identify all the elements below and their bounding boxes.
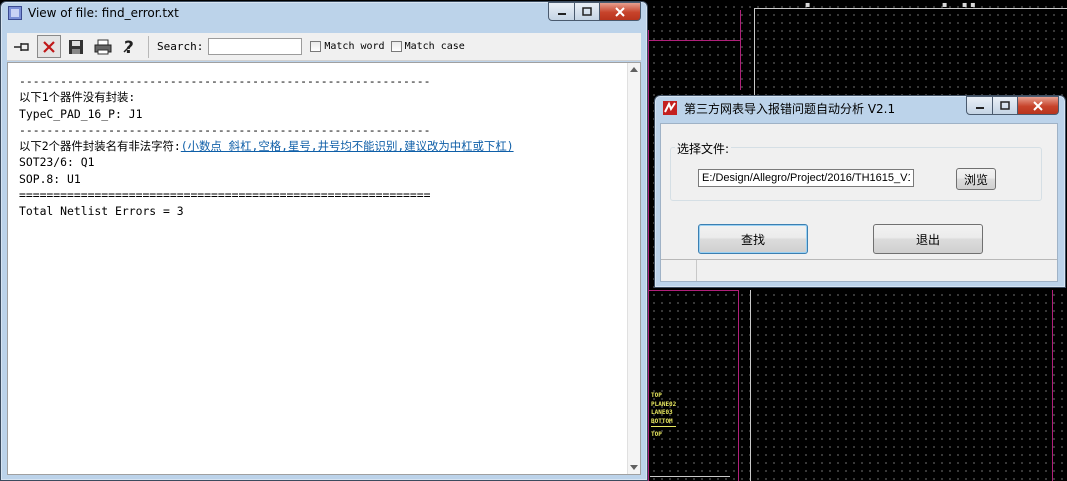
file-path-input[interactable] — [698, 169, 914, 187]
viewer-title: View of file: find_error.txt — [28, 6, 179, 20]
separator-line: ----------------------------------------… — [19, 74, 431, 88]
pin-icon — [14, 42, 29, 51]
viewer-titlebar[interactable]: View of file: find_error.txt — [1, 2, 647, 24]
search-input[interactable] — [208, 38, 303, 55]
close-icon — [1033, 100, 1043, 111]
dialog-titlebar[interactable]: 第三方网表导入报错问题自动分析 V2.1 — [655, 96, 1065, 120]
viewer-toolbar: ? Search: Match word Match case — [7, 33, 641, 61]
save-button[interactable] — [64, 35, 88, 58]
cad-marker: ▪ — [942, 0, 948, 9]
close-search-button[interactable] — [37, 35, 61, 58]
printer-icon — [94, 39, 112, 54]
document-icon — [8, 6, 22, 20]
app-icon — [663, 101, 677, 115]
file-text: ----------------------------------------… — [19, 73, 514, 220]
status-divider — [696, 260, 697, 281]
dialog-close-button[interactable] — [1018, 96, 1059, 115]
no-footprint-heading: 以下1个器件没有封装: — [19, 90, 136, 105]
search-label: Search: — [157, 40, 204, 53]
toolbar-separator — [148, 35, 149, 58]
maximize-icon — [582, 7, 592, 16]
x-icon — [43, 40, 55, 53]
scroll-up-icon[interactable] — [630, 67, 638, 72]
separator-line: ========================================… — [19, 188, 431, 203]
minimize-icon — [557, 12, 566, 15]
exit-button[interactable]: 退出 — [873, 224, 983, 254]
match-word-checkbox[interactable]: Match word — [310, 41, 385, 52]
cad-trace — [740, 10, 741, 90]
layer-legend: TOP PLANE02 LANE03 BOTTOM TOP — [651, 392, 677, 440]
total-errors-line: Total Netlist Errors = 3 — [19, 204, 184, 219]
cad-outline — [650, 476, 730, 477]
cad-marker: ▪ ▪ — [962, 0, 976, 9]
cad-outline — [754, 8, 1067, 9]
viewer-caption-buttons — [548, 2, 641, 21]
close-icon — [615, 6, 625, 17]
pin-button[interactable] — [10, 35, 34, 58]
question-mark-icon: ? — [123, 38, 134, 56]
floppy-disk-icon — [69, 39, 83, 54]
exit-label: 退出 — [915, 232, 940, 247]
minimize-icon — [975, 106, 984, 109]
netlist-analyzer-dialog: 第三方网表导入报错问题自动分析 V2.1 选择文件: 浏览 查找 退出 — [654, 95, 1066, 288]
cad-trace — [648, 40, 740, 41]
match-case-box[interactable] — [390, 41, 402, 52]
layer-label: TOP — [651, 431, 662, 438]
separator-line: ----------------------------------------… — [19, 122, 431, 137]
text-line: SOP.8: U1 — [19, 171, 81, 186]
cad-trace — [738, 290, 739, 481]
find-button[interactable]: 查找 — [698, 224, 808, 254]
cad-marker: ▪ — [805, 0, 811, 9]
match-word-box[interactable] — [310, 41, 322, 52]
close-button[interactable] — [600, 2, 641, 21]
dialog-minimize-button[interactable] — [966, 96, 993, 115]
cad-trace — [648, 290, 738, 291]
status-bar — [661, 259, 1057, 281]
text-line: TypeC_PAD_16_P: J1 — [19, 106, 143, 121]
dialog-maximize-button[interactable] — [993, 96, 1018, 115]
match-case-checkbox[interactable]: Match case — [390, 41, 465, 52]
dialog-body: 选择文件: 浏览 查找 退出 — [660, 123, 1058, 282]
vertical-scrollbar[interactable] — [627, 63, 640, 474]
cad-trace — [648, 30, 649, 481]
illegal-char-heading: 以下2个器件封装名有非法字符: — [19, 139, 181, 154]
find-label: 查找 — [740, 232, 765, 247]
scroll-down-icon[interactable] — [630, 465, 638, 470]
file-select-label: 选择文件: — [675, 140, 732, 157]
maximize-icon — [1000, 101, 1010, 110]
layer-label: BOTTOM — [651, 418, 677, 427]
text-line: SOT23/6: Q1 — [19, 155, 95, 170]
layer-label: TOP — [651, 392, 662, 399]
match-word-label[interactable]: Match word — [324, 41, 384, 52]
file-content-pane[interactable]: ----------------------------------------… — [7, 62, 641, 475]
layer-label: LANE03 — [651, 409, 673, 416]
help-button[interactable]: ? — [118, 35, 142, 58]
dialog-title: 第三方网表导入报错问题自动分析 V2.1 — [684, 101, 896, 116]
cad-outline — [750, 290, 751, 481]
cad-trace — [1052, 290, 1053, 481]
dialog-caption-buttons — [966, 96, 1059, 115]
file-viewer-window: View of file: find_error.txt ? Search: M… — [0, 1, 648, 481]
illegal-char-hint-link[interactable]: (小数点 斜杠,空格,星号,井号均不能识别,建议改为中杠或下杠) — [181, 139, 514, 153]
browse-label: 浏览 — [963, 172, 988, 187]
match-case-label[interactable]: Match case — [405, 41, 465, 52]
browse-button[interactable]: 浏览 — [956, 168, 996, 190]
maximize-button[interactable] — [575, 2, 600, 21]
layer-label: PLANE02 — [651, 400, 677, 408]
print-button[interactable] — [91, 35, 115, 58]
minimize-button[interactable] — [548, 2, 575, 21]
cad-outline — [754, 8, 755, 96]
